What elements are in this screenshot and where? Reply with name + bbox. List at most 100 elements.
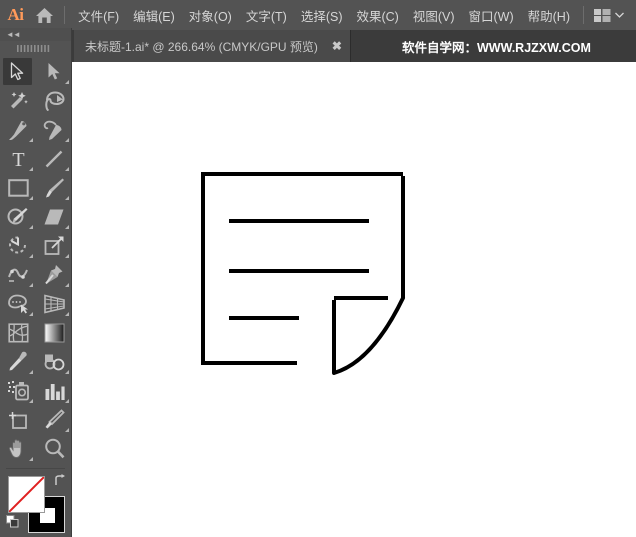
illustrator-window: Ai 文件(F) 编辑(E) 对象(O) 文字(T) 选择(S) 效果(C) 视…: [0, 0, 636, 537]
pen-icon: [9, 120, 27, 140]
shape-builder-tool[interactable]: [0, 289, 36, 318]
lasso-icon: [45, 90, 65, 111]
eraser-icon: [44, 209, 64, 224]
document-tab-title: 未标题-1.ai* @ 266.64% (CMYK/GPU 预览): [85, 39, 318, 54]
shape-builder-icon: [7, 294, 28, 313]
menu-effect[interactable]: 效果(C): [349, 0, 405, 30]
tool-flyout-indicator[interactable]: [65, 399, 69, 403]
mesh-icon: [7, 322, 29, 343]
default-fill-stroke-icon[interactable]: [6, 515, 19, 533]
width-tool[interactable]: [0, 260, 36, 289]
tool-flyout-indicator[interactable]: [29, 254, 33, 258]
direct-selection-tool[interactable]: [36, 57, 72, 86]
tool-flyout-indicator[interactable]: [29, 399, 33, 403]
tool-flyout-indicator[interactable]: [65, 254, 69, 258]
document-page-artwork[interactable]: [72, 62, 636, 537]
menu-items: 文件(F) 编辑(E) 对象(O) 文字(T) 选择(S) 效果(C) 视图(V…: [71, 0, 577, 30]
tool-flyout-indicator[interactable]: [29, 225, 33, 229]
arrow-solid-icon: [10, 62, 24, 81]
mesh-tool[interactable]: [0, 318, 36, 347]
perspective-grid-icon: [43, 293, 65, 314]
blend-icon: [44, 354, 65, 370]
toolbar-divider: [6, 468, 65, 469]
menubar-divider-right: [583, 6, 584, 24]
shaper-pencil-icon: [7, 208, 28, 225]
selection-tool[interactable]: [0, 57, 36, 86]
home-icon[interactable]: [31, 0, 58, 30]
menu-object[interactable]: 对象(O): [182, 0, 239, 30]
type-T-icon: T: [12, 149, 24, 169]
document-canvas[interactable]: [72, 62, 636, 537]
menu-view[interactable]: 视图(V): [406, 0, 462, 30]
tool-grid: T: [0, 55, 71, 463]
tool-flyout-indicator[interactable]: [29, 167, 33, 171]
curvature-icon: [43, 120, 62, 140]
menu-edit[interactable]: 编辑(E): [126, 0, 182, 30]
tool-flyout-indicator[interactable]: [29, 457, 33, 461]
menu-type[interactable]: 文字(T): [239, 0, 294, 30]
tool-flyout-indicator[interactable]: [29, 196, 33, 200]
rectangle-tool[interactable]: [0, 173, 36, 202]
pen-tool[interactable]: [0, 115, 36, 144]
pushpin-icon: [45, 265, 63, 285]
shaper-tool[interactable]: [0, 202, 36, 231]
magnifier-icon: [44, 438, 64, 459]
tool-flyout-indicator[interactable]: [65, 370, 69, 374]
collapse-panel-icon[interactable]: ◄◄: [6, 30, 21, 39]
paintbrush-icon: [45, 178, 64, 198]
close-icon[interactable]: ✖: [324, 30, 350, 62]
panel-drag-handle[interactable]: [0, 41, 71, 55]
slice-tool[interactable]: [36, 405, 72, 434]
artboard-icon: [9, 412, 27, 429]
fill-none-slash-icon: [9, 477, 44, 512]
paintbrush-tool[interactable]: [36, 173, 72, 202]
line-segment-tool[interactable]: [36, 144, 72, 173]
tool-flyout-indicator[interactable]: [65, 428, 69, 432]
tool-flyout-indicator[interactable]: [65, 167, 69, 171]
tool-flyout-indicator[interactable]: [29, 138, 33, 142]
menubar-divider-left: [64, 6, 66, 24]
symbol-sprayer-icon: [7, 381, 29, 401]
workspace-switcher[interactable]: [590, 0, 628, 30]
zoom-tool[interactable]: [36, 434, 72, 463]
rotate-tool[interactable]: [0, 231, 36, 260]
app-logo-icon: Ai: [7, 5, 24, 24]
eraser-tool[interactable]: [36, 202, 72, 231]
tool-flyout-indicator[interactable]: [29, 370, 33, 374]
tools-panel-header[interactable]: ◄◄: [0, 28, 71, 41]
rotate-icon: [8, 236, 26, 254]
swap-fill-stroke-icon[interactable]: [53, 474, 66, 492]
column-graph-tool[interactable]: [36, 376, 72, 405]
tool-flyout-indicator[interactable]: [65, 80, 69, 84]
tool-flyout-indicator[interactable]: [65, 138, 69, 142]
curvature-tool[interactable]: [36, 115, 72, 144]
artboard-tool[interactable]: [0, 405, 36, 434]
blend-tool[interactable]: [36, 347, 72, 376]
menu-file[interactable]: 文件(F): [71, 0, 126, 30]
tool-flyout-indicator[interactable]: [65, 312, 69, 316]
scale-tool[interactable]: [36, 231, 72, 260]
gradient-tool[interactable]: [36, 318, 72, 347]
eyedropper-tool[interactable]: [0, 347, 36, 376]
tool-flyout-indicator[interactable]: [29, 283, 33, 287]
lasso-tool[interactable]: [36, 86, 72, 115]
menu-window[interactable]: 窗口(W): [462, 0, 521, 30]
tool-flyout-indicator[interactable]: [29, 312, 33, 316]
scale-icon: [44, 236, 63, 255]
tool-flyout-indicator[interactable]: [65, 196, 69, 200]
perspective-grid-tool[interactable]: [36, 289, 72, 318]
type-tool[interactable]: T: [0, 144, 36, 173]
menu-help[interactable]: 帮助(H): [521, 0, 577, 30]
magic-wand-tool[interactable]: [0, 86, 36, 115]
menu-select[interactable]: 选择(S): [294, 0, 350, 30]
symbol-sprayer-tool[interactable]: [0, 376, 36, 405]
magic-wand-icon: [11, 91, 28, 108]
slice-knife-icon: [45, 409, 65, 429]
document-tab[interactable]: 未标题-1.ai* @ 266.64% (CMYK/GPU 预览) ✖: [74, 30, 351, 62]
free-transform-tool[interactable]: [36, 260, 72, 289]
width-warp-icon: [8, 268, 28, 282]
hand-tool[interactable]: [0, 434, 36, 463]
fill-swatch[interactable]: [8, 476, 45, 513]
tool-flyout-indicator[interactable]: [65, 225, 69, 229]
tool-flyout-indicator[interactable]: [65, 283, 69, 287]
